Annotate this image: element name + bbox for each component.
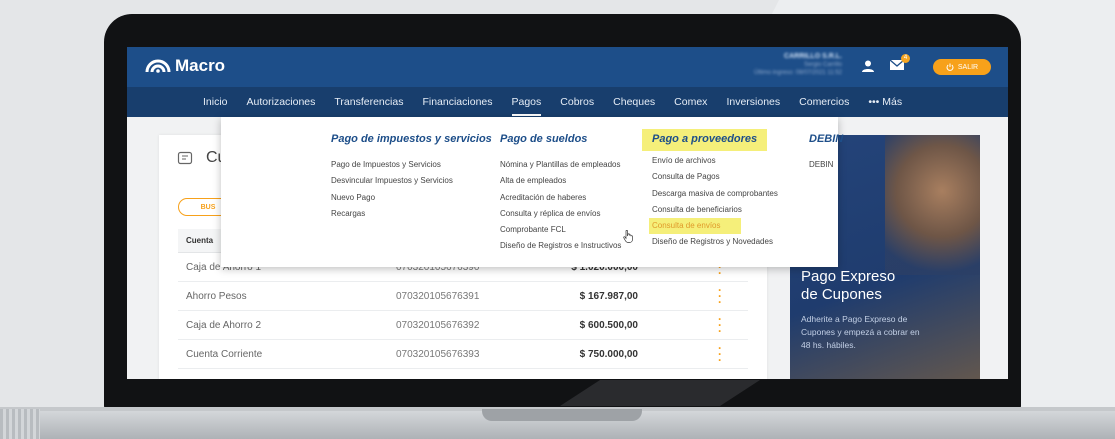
menu-item[interactable]: Recargas [331, 206, 492, 222]
menu-item[interactable]: DEBIN [809, 157, 843, 173]
promo-text: Adherite a Pago Expreso de Cupones y emp… [801, 314, 920, 350]
nav-item-mas[interactable]: ••• Más [868, 96, 902, 108]
promo-title-line1: Pago Expreso [801, 268, 896, 285]
brand-logo[interactable]: Macro [145, 56, 225, 76]
power-icon [946, 63, 954, 71]
table-row[interactable]: Caja de Ahorro 2 070320105676392 $ 600.5… [178, 311, 748, 340]
menu-heading[interactable]: Pago de impuestos y servicios [331, 133, 492, 145]
laptop-notch [482, 409, 642, 421]
pagos-dropdown-menu: Pago de impuestos y servicios Pago de Im… [221, 117, 843, 267]
menu-column-debin: DEBIN DEBIN [809, 129, 843, 173]
row-menu-icon[interactable]: ··· [718, 313, 722, 337]
account-number: 070320105676392 [396, 320, 480, 331]
user-sub: Sergio Carrillo [803, 62, 842, 68]
user-info: CARRILLO S.R.L. Sergio Carrillo Último i… [727, 53, 842, 77]
account-name: Caja de Ahorro 2 [186, 320, 262, 331]
menu-item[interactable]: Pago de Impuestos y Servicios [331, 157, 492, 173]
menu-item[interactable]: Descarga masiva de comprobantes [652, 186, 778, 202]
promo-title-line2: de Cupones [801, 286, 882, 303]
macro-logo-icon [145, 59, 171, 73]
menu-item-hovered[interactable]: Consulta de envíos [649, 218, 741, 235]
laptop-base [0, 407, 1115, 439]
table-row[interactable]: Cuenta Corriente 070320105676393 $ 750.0… [178, 340, 748, 369]
menu-heading[interactable]: DEBIN [809, 133, 843, 145]
notification-badge: 4 [901, 54, 910, 63]
promo-title: Pago Expreso de Cupones [801, 268, 895, 304]
menu-item[interactable]: Diseño de Registros y Novedades [652, 234, 778, 250]
menu-item[interactable]: Envío de archivos [652, 153, 778, 169]
menu-item[interactable]: Nuevo Pago [331, 190, 492, 206]
table-row[interactable]: Ahorro Pesos 070320105676391 $ 167.987,0… [178, 282, 748, 311]
laptop-edge [0, 409, 40, 439]
nav-item-cobros[interactable]: Cobros [560, 96, 594, 108]
menu-column-sueldos: Pago de sueldos Nómina y Plantillas de e… [500, 129, 621, 255]
column-header-cuenta: Cuenta [186, 236, 214, 245]
nav-item-inicio[interactable]: Inicio [203, 96, 228, 108]
nav-item-financiaciones[interactable]: Financiaciones [422, 96, 492, 108]
nav-item-transferencias[interactable]: Transferencias [334, 96, 403, 108]
user-icon[interactable] [861, 59, 875, 73]
row-menu-icon[interactable]: ··· [718, 342, 722, 366]
nav-item-autorizaciones[interactable]: Autorizaciones [247, 96, 316, 108]
menu-item[interactable]: Comprobante FCL [500, 222, 621, 238]
hand-cursor-icon [623, 230, 633, 243]
browser-screen: Macro CARRILLO S.R.L. Sergio Carrillo Úl… [127, 47, 1008, 379]
nav-item-comex[interactable]: Comex [674, 96, 707, 108]
menu-column-impuestos: Pago de impuestos y servicios Pago de Im… [331, 129, 492, 222]
menu-heading-highlighted[interactable]: Pago a proveedores [642, 129, 768, 151]
menu-item[interactable]: Alta de empleados [500, 173, 621, 189]
account-number: 070320105676393 [396, 349, 480, 360]
logout-label: SALIR [957, 63, 979, 71]
nav-item-pagos[interactable]: Pagos [511, 96, 541, 116]
main-nav: Inicio Autorizaciones Transferencias Fin… [127, 87, 1008, 117]
menu-item[interactable]: Acreditación de haberes [500, 190, 621, 206]
user-name: CARRILLO S.R.L. [784, 53, 842, 60]
account-number: 070320105676391 [396, 291, 480, 302]
top-bar: Macro CARRILLO S.R.L. Sergio Carrillo Úl… [127, 47, 1008, 87]
menu-item[interactable]: Consulta y réplica de envíos [500, 206, 621, 222]
menu-item[interactable]: Nómina y Plantillas de empleados [500, 157, 621, 173]
account-balance: $ 750.000,00 [579, 349, 638, 360]
account-balance: $ 167.987,00 [579, 291, 638, 302]
menu-column-proveedores: Pago a proveedores Envío de archivos Con… [642, 129, 778, 251]
nav-item-inversiones[interactable]: Inversiones [726, 96, 780, 108]
promo-photo [885, 135, 980, 275]
nav-item-comercios[interactable]: Comercios [799, 96, 849, 108]
row-menu-icon[interactable]: ··· [718, 284, 722, 308]
menu-item[interactable]: Desvincular Impuestos y Servicios [331, 173, 492, 189]
account-name: Ahorro Pesos [186, 291, 247, 302]
menu-item[interactable]: Diseño de Registros e Instructivos [500, 238, 621, 254]
logout-button[interactable]: SALIR [933, 59, 991, 75]
account-name: Cuenta Corriente [186, 349, 263, 360]
menu-item[interactable]: Consulta de beneficiarios [652, 202, 778, 218]
brand-name: Macro [175, 56, 226, 75]
menu-item[interactable]: Consulta de Pagos [652, 169, 778, 185]
accounts-icon [177, 151, 193, 165]
account-balance: $ 600.500,00 [579, 320, 638, 331]
menu-heading[interactable]: Pago de sueldos [500, 133, 587, 145]
nav-item-cheques[interactable]: Cheques [613, 96, 655, 108]
last-login: Último ingreso: 08/07/2021 11:52 [754, 70, 842, 76]
